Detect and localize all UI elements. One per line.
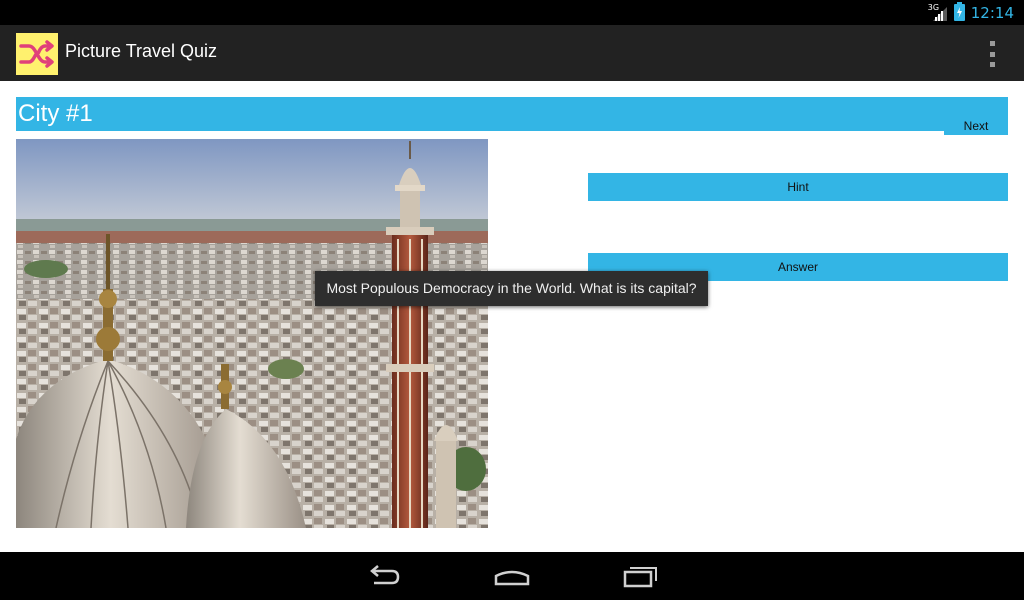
- city-header: City #1: [16, 97, 1008, 131]
- city-title: City #1: [18, 100, 93, 127]
- shuffle-icon[interactable]: [16, 33, 58, 75]
- app-title: Picture Travel Quiz: [65, 41, 218, 61]
- signal-icon: 3G: [928, 3, 948, 22]
- home-icon[interactable]: [492, 562, 532, 590]
- toast-message: Most Populous Democracy in the World. Wh…: [326, 280, 697, 296]
- hint-button[interactable]: Hint: [588, 173, 1008, 201]
- clock: 12:14: [970, 3, 1014, 22]
- back-icon[interactable]: [364, 562, 404, 590]
- navigation-bar: [0, 552, 1024, 600]
- recent-apps-icon[interactable]: [620, 562, 660, 590]
- hint-toast: Most Populous Democracy in the World. Wh…: [315, 271, 708, 306]
- battery-icon: [953, 2, 965, 21]
- action-bar: Picture Travel Quiz: [0, 25, 1024, 81]
- city-photo: [16, 139, 488, 528]
- status-icons: 3G 12:14: [928, 2, 1014, 23]
- overflow-menu-icon[interactable]: [984, 41, 1000, 67]
- next-button[interactable]: Next: [944, 113, 1008, 135]
- status-bar: 3G 12:14: [0, 0, 1024, 25]
